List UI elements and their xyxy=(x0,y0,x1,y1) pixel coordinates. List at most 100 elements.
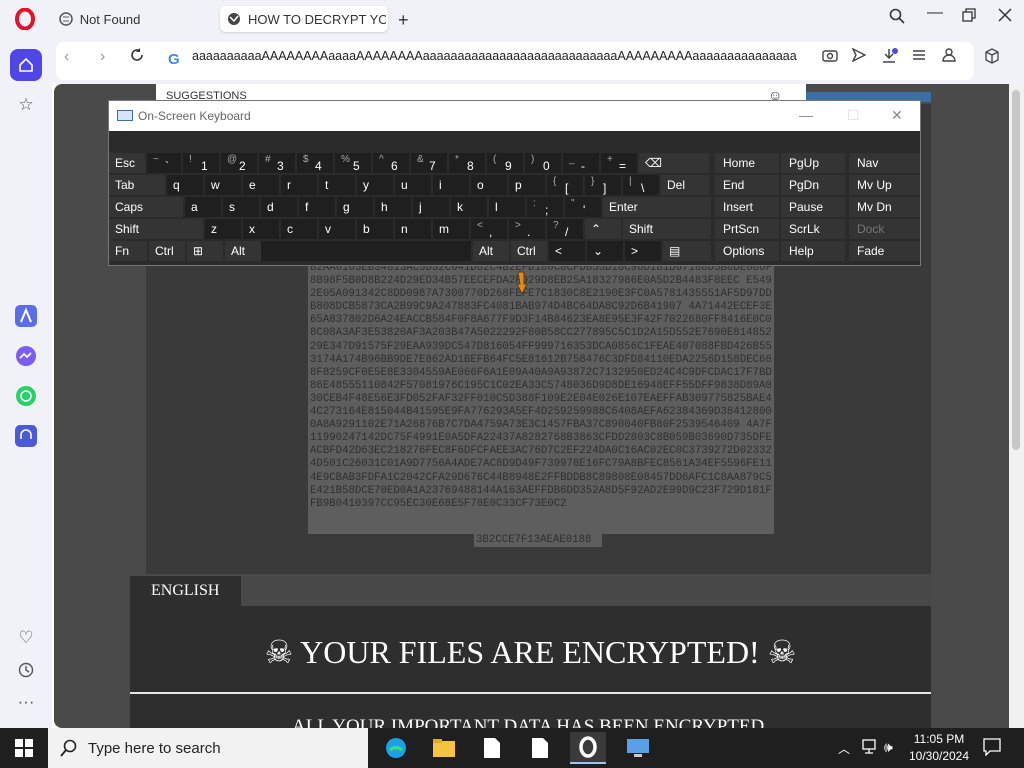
key-0-14[interactable]: ⌫ xyxy=(639,153,709,173)
key-3-2[interactable]: x xyxy=(243,219,279,239)
url-input[interactable]: aaaaaaaaaaAAAAAAAAaaaaAAAAAAAAaaaaaaaaaa… xyxy=(192,49,797,63)
close-window-icon[interactable] xyxy=(994,8,1016,27)
personal-key-box[interactable]: B2AA6165EB34813AC5D32C641D82C4B2EFD180C8… xyxy=(308,262,774,534)
more-icon[interactable]: ··· xyxy=(10,686,42,718)
osk-close-icon[interactable]: ✕ xyxy=(891,107,903,124)
file-explorer-icon[interactable] xyxy=(426,732,462,764)
key-1-3[interactable]: e xyxy=(243,175,279,195)
favorites-heart-icon[interactable]: ♡ xyxy=(10,622,42,654)
key-1-7[interactable]: u xyxy=(395,175,431,195)
key-2-6[interactable]: h xyxy=(375,197,411,217)
opera-taskbar-icon[interactable] xyxy=(570,732,606,764)
key-1-5[interactable]: t xyxy=(319,175,355,195)
key-2-5[interactable]: g xyxy=(337,197,373,217)
key-3-8[interactable]: <, xyxy=(471,219,507,239)
key-4-13[interactable]: Fade xyxy=(849,241,920,261)
key-1-2[interactable]: w xyxy=(205,175,241,195)
osk-minimize-icon[interactable]: — xyxy=(799,107,813,123)
key-1-12[interactable]: }] xyxy=(585,175,621,195)
key-0-5[interactable]: $4 xyxy=(297,153,333,173)
key-4-3[interactable]: Alt xyxy=(225,241,261,261)
tab-not-found[interactable]: Not Found xyxy=(52,6,212,32)
taskbar-search[interactable]: Type here to search xyxy=(48,728,368,768)
key-4-7[interactable]: < xyxy=(549,241,585,261)
key-3-15[interactable]: Dock xyxy=(849,219,920,239)
key-2-2[interactable]: s xyxy=(223,197,259,217)
bookmarks-star-icon[interactable]: ☆ xyxy=(10,89,42,121)
key-0-1[interactable]: ~ ` xyxy=(147,153,181,173)
key-4-12[interactable]: Help xyxy=(781,241,845,261)
new-tab-button[interactable]: + xyxy=(398,10,409,31)
easy-setup-icon[interactable] xyxy=(912,48,926,67)
language-tab-english[interactable]: ENGLISH xyxy=(130,576,241,606)
key-2-7[interactable]: j xyxy=(413,197,449,217)
home-icon[interactable] xyxy=(10,49,42,81)
download-icon[interactable] xyxy=(882,48,898,69)
tray-chevron-icon[interactable]: ︿ xyxy=(838,740,850,757)
notifications-icon[interactable] xyxy=(983,738,1001,761)
key-1-17[interactable]: Mv Up xyxy=(849,175,920,195)
volume-icon[interactable]: 🕪 xyxy=(884,739,893,756)
key-2-14[interactable]: Pause xyxy=(781,197,845,217)
key-3-11[interactable]: ⌃ xyxy=(585,219,621,239)
key-1-15[interactable]: End xyxy=(715,175,779,195)
key-0-15[interactable]: Home xyxy=(715,153,779,173)
key-2-4[interactable]: f xyxy=(299,197,335,217)
key-0-9[interactable]: * 8 xyxy=(449,153,485,173)
reload-icon[interactable] xyxy=(130,48,144,67)
key-3-9[interactable]: >. xyxy=(509,219,545,239)
key-2-9[interactable]: l xyxy=(489,197,525,217)
key-3-7[interactable]: m xyxy=(433,219,469,239)
music-player-icon[interactable] xyxy=(10,420,42,452)
key-2-15[interactable]: Mv Dn xyxy=(849,197,920,217)
key-0-12[interactable]: _ - xyxy=(563,153,599,173)
windows-start-icon[interactable] xyxy=(0,728,48,768)
key-3-13[interactable]: PrtScn xyxy=(715,219,779,239)
key-1-11[interactable]: {[ xyxy=(547,175,583,195)
key-0-3[interactable]: @2 xyxy=(221,153,257,173)
document-icon[interactable] xyxy=(474,732,510,764)
network-icon[interactable] xyxy=(862,739,880,760)
restore-icon[interactable] xyxy=(958,8,980,27)
key-4-10[interactable]: ▤ xyxy=(663,241,711,261)
key-0-6[interactable]: % 5 xyxy=(335,153,371,173)
document-icon[interactable] xyxy=(522,732,558,764)
remote-desktop-icon[interactable] xyxy=(620,732,656,764)
key-4-0[interactable]: Fn xyxy=(109,241,147,261)
key-4-5[interactable]: Alt xyxy=(473,241,509,261)
forward-icon[interactable]: › xyxy=(100,48,105,66)
taskbar-clock[interactable]: 11:05 PM 10/30/2024 xyxy=(896,731,982,765)
key-2-12[interactable]: Enter xyxy=(603,197,711,217)
history-clock-icon[interactable] xyxy=(10,654,42,686)
key-0-4[interactable]: #3 xyxy=(259,153,295,173)
key-3-1[interactable]: z xyxy=(205,219,241,239)
key-1-1[interactable]: q xyxy=(167,175,203,195)
tab-decrypt-files[interactable]: HOW TO DECRYPT YOUR FILES xyxy=(220,6,388,32)
send-icon[interactable] xyxy=(851,47,867,67)
aria-ai-icon[interactable] xyxy=(10,300,42,332)
key-3-12[interactable]: Shift xyxy=(623,219,711,239)
back-icon[interactable]: ‹ xyxy=(64,48,69,66)
key-4-8[interactable]: ⌄ xyxy=(587,241,623,261)
opera-logo-icon[interactable] xyxy=(14,7,36,31)
profile-icon[interactable] xyxy=(942,48,956,67)
key-2-10[interactable]: :; xyxy=(527,197,563,217)
key-3-6[interactable]: n xyxy=(395,219,431,239)
key-1-8[interactable]: i xyxy=(433,175,469,195)
key-3-4[interactable]: v xyxy=(319,219,355,239)
extensions-cube-icon[interactable] xyxy=(984,48,1000,69)
key-3-0[interactable]: Shift xyxy=(109,219,203,239)
key-3-14[interactable]: ScrLk xyxy=(781,219,845,239)
key-4-4[interactable] xyxy=(261,241,471,261)
whatsapp-icon[interactable] xyxy=(10,380,42,412)
key-1-16[interactable]: PgDn xyxy=(781,175,845,195)
key-1-13[interactable]: | \ xyxy=(623,175,659,195)
key-4-11[interactable]: Options xyxy=(715,241,779,261)
key-2-1[interactable]: a xyxy=(185,197,221,217)
key-0-11[interactable]: ) 0 xyxy=(525,153,561,173)
key-0-0[interactable]: Esc xyxy=(109,153,145,173)
key-4-9[interactable]: > xyxy=(625,241,661,261)
key-1-4[interactable]: r xyxy=(281,175,317,195)
key-0-10[interactable]: (9 xyxy=(487,153,523,173)
key-2-8[interactable]: k xyxy=(451,197,487,217)
